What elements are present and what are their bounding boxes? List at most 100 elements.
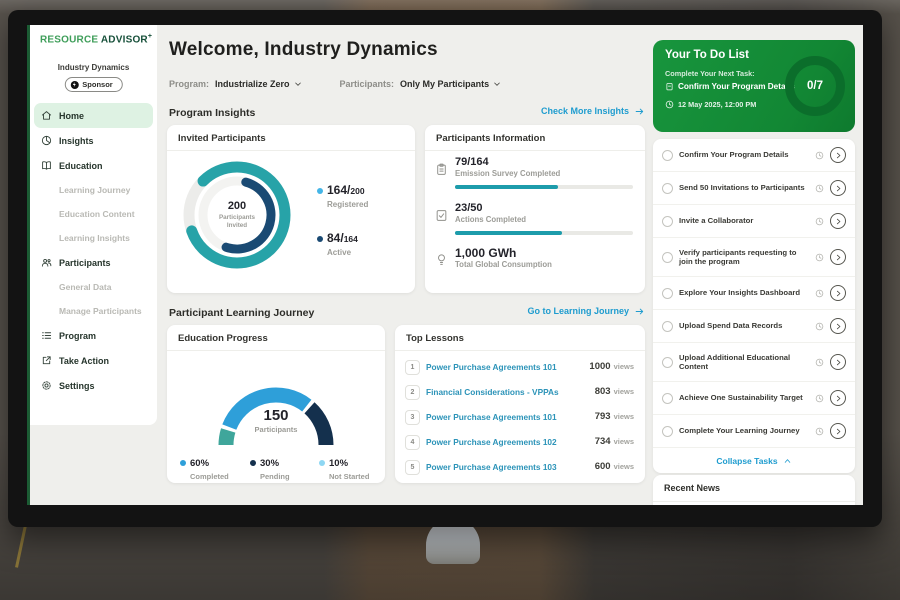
task-label: Confirm Your Program Details (679, 150, 809, 159)
arrow-right-icon (634, 107, 645, 116)
task-go-button[interactable] (830, 180, 846, 196)
book-icon (41, 160, 52, 171)
sidebar-item-learning-insights[interactable]: Learning Insights (30, 226, 157, 250)
participants-filter-label: Participants: (340, 79, 395, 89)
task-go-button[interactable] (830, 390, 846, 406)
sidebar-item-label: Participants (59, 258, 111, 268)
main-content: Welcome, Industry Dynamics Program: Indu… (167, 25, 645, 505)
task-row[interactable]: Explore Your Insights Dashboard (653, 277, 855, 310)
task-row[interactable]: Upload Additional Educational Content (653, 343, 855, 382)
lesson-link[interactable]: Financial Considerations - VPPAs (426, 387, 559, 397)
participants-information-title: Participants Information (436, 133, 545, 144)
list-icon (41, 330, 52, 341)
lesson-link[interactable]: Power Purchase Agreements 102 (426, 437, 557, 447)
legend-item-active: 84/164 Active (317, 229, 409, 257)
lesson-link[interactable]: Power Purchase Agreements 101 (426, 362, 557, 372)
recent-news-card: Recent News (653, 475, 855, 505)
legend-value: 164/ (327, 183, 350, 197)
collapse-tasks-link[interactable]: Collapse Tasks (653, 448, 855, 473)
task-go-button[interactable] (830, 423, 846, 439)
task-row[interactable]: Complete Your Learning Journey (653, 415, 855, 448)
monitor-bezel: RESOURCE ADVISOR+ Industry Dynamics Spon… (8, 10, 882, 527)
todo-subtitle: Complete Your Next Task: (665, 69, 755, 78)
clock-icon (665, 100, 674, 109)
todo-title: Your To Do List (665, 49, 749, 61)
legend-dot (317, 188, 323, 194)
legend-label: Completed (190, 472, 229, 481)
program-filter-dropdown[interactable]: Industrialize Zero (215, 79, 302, 89)
sidebar-item-take-action[interactable]: Take Action (30, 348, 157, 373)
task-checkbox[interactable] (662, 252, 673, 263)
lesson-link[interactable]: Power Purchase Agreements 101 (426, 412, 557, 422)
lesson-views: 1000 (589, 361, 610, 372)
clipboard-icon (665, 82, 674, 91)
sidebar-item-education[interactable]: Education (30, 153, 157, 178)
legend-item-not-started: 10% Not Started (319, 453, 369, 481)
clock-icon (815, 289, 824, 298)
program-insights-heading: Program Insights (169, 107, 255, 119)
task-checkbox[interactable] (662, 183, 673, 194)
sidebar: RESOURCE ADVISOR+ Industry Dynamics Spon… (30, 25, 157, 425)
lesson-rank: 4 (405, 435, 420, 450)
task-row[interactable]: Invite a Collaborator (653, 205, 855, 238)
task-checkbox[interactable] (662, 321, 673, 332)
task-go-button[interactable] (830, 318, 846, 334)
task-go-button[interactable] (830, 249, 846, 265)
legend-label: Not Started (329, 472, 369, 481)
check-more-insights-link[interactable]: Check More Insights (541, 106, 645, 116)
sidebar-nav: Home Insights Education Learning Journey… (30, 103, 157, 398)
task-row[interactable]: Confirm Your Program Details (653, 139, 855, 172)
lesson-link[interactable]: Power Purchase Agreements 103 (426, 462, 557, 472)
task-go-button[interactable] (830, 213, 846, 229)
todo-next-task: Confirm Your Program Details (665, 82, 795, 91)
legend-total: 200 (350, 186, 364, 196)
task-row[interactable]: Send 50 Invitations to Participants (653, 172, 855, 205)
sidebar-item-label: Learning Journey (59, 185, 130, 195)
task-go-button[interactable] (830, 285, 846, 301)
legend-pct: 10% (329, 458, 348, 469)
todo-hero-card: Your To Do List Complete Your Next Task:… (653, 40, 855, 132)
sidebar-item-education-content[interactable]: Education Content (30, 202, 157, 226)
legend-label: Pending (260, 472, 290, 481)
task-go-button[interactable] (830, 147, 846, 163)
org-name: Industry Dynamics (30, 63, 157, 72)
sidebar-item-program[interactable]: Program (30, 323, 157, 348)
sidebar-item-label: Settings (59, 381, 95, 391)
survey-icon (435, 163, 448, 176)
lesson-rank: 1 (405, 360, 420, 375)
sidebar-item-learning-journey[interactable]: Learning Journey (30, 178, 157, 202)
task-go-button[interactable] (830, 354, 846, 370)
task-label: Complete Your Learning Journey (679, 426, 809, 435)
task-checkbox[interactable] (662, 288, 673, 299)
task-checkbox[interactable] (662, 150, 673, 161)
task-checkbox[interactable] (662, 426, 673, 437)
task-checkbox[interactable] (662, 357, 673, 368)
sidebar-item-manage-participants[interactable]: Manage Participants (30, 299, 157, 323)
page-title: Welcome, Industry Dynamics (169, 39, 438, 61)
progress-fill (455, 185, 558, 189)
program-filter-label: Program: (169, 79, 209, 89)
sidebar-item-participants[interactable]: Participants (30, 250, 157, 275)
task-row[interactable]: Verify participants requesting to join t… (653, 238, 855, 277)
go-to-learning-journey-label: Go to Learning Journey (527, 306, 629, 316)
participants-filter-dropdown[interactable]: Only My Participants (400, 79, 501, 89)
lesson-views-suffix: views (614, 412, 634, 421)
stat-value: 23/50 (455, 202, 483, 214)
lesson-views-suffix: views (614, 437, 634, 446)
task-row[interactable]: Upload Spend Data Records (653, 310, 855, 343)
sidebar-item-home[interactable]: Home (34, 103, 153, 128)
arrow-right-icon (634, 307, 645, 316)
lesson-views-suffix: views (614, 462, 634, 471)
clock-icon (815, 427, 824, 436)
clock-icon (815, 184, 824, 193)
invited-participants-title: Invited Participants (178, 133, 266, 144)
sidebar-item-insights[interactable]: Insights (30, 128, 157, 153)
sidebar-item-general-data[interactable]: General Data (30, 275, 157, 299)
task-checkbox[interactable] (662, 216, 673, 227)
task-checkbox[interactable] (662, 393, 673, 404)
task-row[interactable]: Achieve One Sustainability Target (653, 382, 855, 415)
sidebar-item-settings[interactable]: Settings (30, 373, 157, 398)
donut-center-value: 200 (228, 200, 246, 212)
home-icon (41, 110, 52, 121)
go-to-learning-journey-link[interactable]: Go to Learning Journey (527, 306, 645, 316)
